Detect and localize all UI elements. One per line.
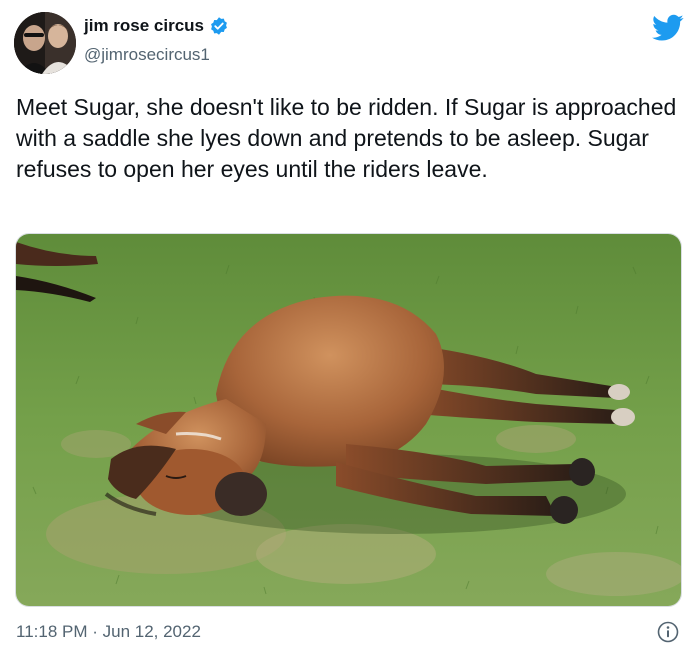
tweet-text: Meet Sugar, she doesn't like to be ridde… bbox=[16, 94, 677, 182]
author-handle[interactable]: @jimrosecircus1 bbox=[84, 45, 210, 65]
author-name-row: jim rose circus bbox=[84, 16, 229, 36]
avatar-image bbox=[14, 12, 76, 74]
display-name[interactable]: jim rose circus bbox=[84, 16, 204, 36]
tweet-media-photo[interactable] bbox=[15, 233, 682, 607]
verified-badge-icon bbox=[209, 16, 229, 36]
tweet-card: jim rose circus @jimrosecircus1 Meet Sug… bbox=[0, 0, 698, 652]
info-icon[interactable] bbox=[657, 621, 679, 643]
tweet-timestamp[interactable]: 11:18 PM · Jun 12, 2022 bbox=[16, 622, 201, 642]
twitter-bird-icon[interactable] bbox=[652, 14, 684, 42]
avatar[interactable] bbox=[14, 12, 76, 74]
sleeping-horse-photo bbox=[16, 234, 681, 606]
